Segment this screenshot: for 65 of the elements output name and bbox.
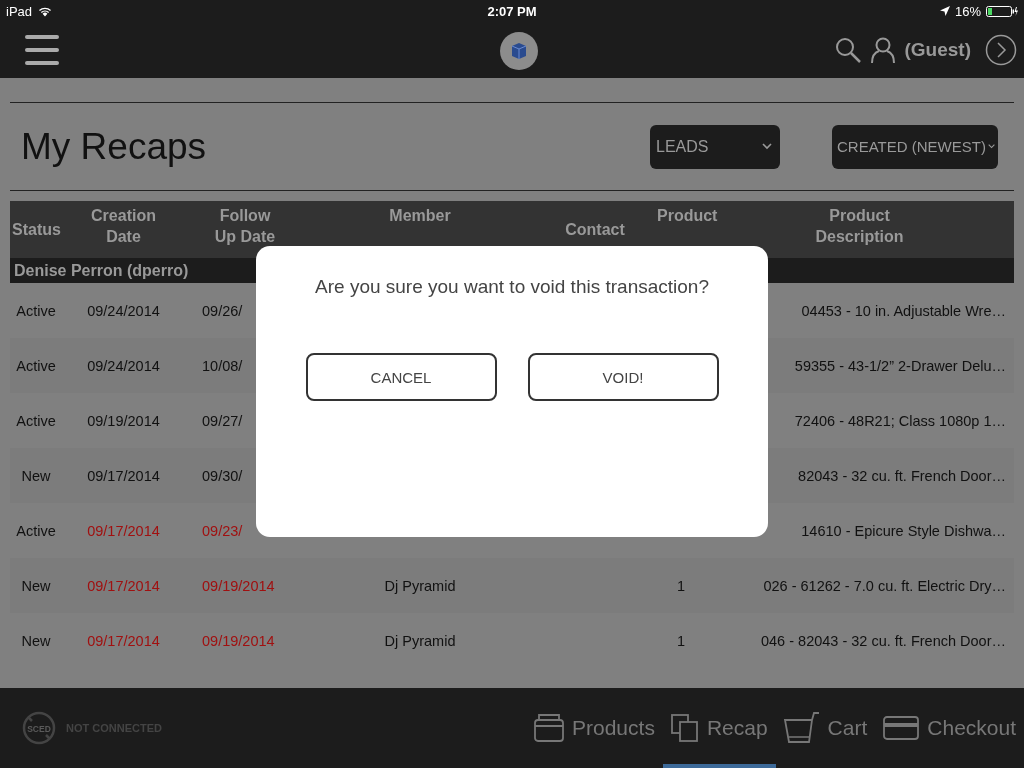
table-cell: 09/19/2014 bbox=[202, 577, 275, 594]
group-heading: Denise Perron (dperro) bbox=[14, 261, 189, 279]
search-icon[interactable] bbox=[834, 37, 861, 63]
filter-dropdown[interactable]: CREATED (NEWEST) bbox=[832, 124, 998, 169]
table-cell: 09/24/2014 bbox=[87, 357, 160, 374]
column-header: Status bbox=[10, 201, 62, 258]
table-cell: Active bbox=[16, 412, 56, 429]
user-name[interactable]: (Guest) bbox=[904, 39, 971, 61]
filter-dropdown[interactable]: LEADS bbox=[650, 124, 780, 169]
table-cell: 046 - 82043 - 32 cu. ft. French Door… bbox=[761, 632, 1006, 649]
dialog-message: Are you sure you want to void this transaction? bbox=[315, 276, 709, 298]
table-cell: 09/17/2014 bbox=[87, 522, 160, 539]
table-cell: Active bbox=[16, 302, 56, 319]
nav-tab[interactable]: Recap bbox=[662, 688, 776, 768]
table-cell: New bbox=[21, 467, 51, 484]
nav-tab[interactable]: Checkout bbox=[875, 688, 1024, 768]
table-cell: 026 - 61262 - 7.0 cu. ft. Electric Dry… bbox=[763, 577, 1006, 594]
table-cell: 09/30/ bbox=[202, 467, 243, 484]
menu-icon[interactable] bbox=[25, 35, 59, 65]
copies-icon bbox=[670, 714, 699, 742]
table-cell: 1 bbox=[676, 577, 685, 594]
table-cell: 72406 - 48R21; Class 1080p 1… bbox=[794, 412, 1006, 429]
table-cell: 09/24/2014 bbox=[87, 302, 160, 319]
table-cell: Dj Pyramid bbox=[384, 632, 456, 649]
caret-icon bbox=[762, 143, 772, 150]
table-cell: Dj Pyramid bbox=[384, 577, 456, 594]
table-cell: 09/17/2014 bbox=[87, 577, 160, 594]
table-cell: 09/23/ bbox=[202, 522, 243, 539]
table-cell: 04453 - 10 in. Adjustable Wre… bbox=[801, 302, 1006, 319]
user-icon[interactable] bbox=[870, 37, 895, 63]
credit-card-icon bbox=[883, 716, 920, 740]
column-header: Creation Date bbox=[62, 201, 185, 258]
battery-icon bbox=[986, 5, 1018, 17]
table-cell: Active bbox=[16, 357, 56, 374]
battery-percent: 16% bbox=[954, 3, 981, 19]
page-title: My Recaps bbox=[21, 125, 207, 168]
table-cell: 09/17/2014 bbox=[87, 467, 160, 484]
table-cell: 14610 - Epicure Style Dishwa… bbox=[801, 522, 1006, 539]
wifi-icon bbox=[37, 5, 54, 17]
table-cell: 1 bbox=[676, 632, 685, 649]
caret-icon bbox=[987, 143, 995, 150]
column-header: Follow Up Date bbox=[185, 201, 305, 258]
table-cell: 10/08/ bbox=[202, 357, 243, 374]
cart-icon bbox=[783, 712, 820, 744]
table-cell: 09/26/ bbox=[202, 302, 243, 319]
chevron-circle-icon[interactable] bbox=[985, 34, 1017, 66]
clock: 2:07 PM bbox=[487, 3, 537, 19]
no-connection-icon: SCED bbox=[22, 711, 56, 745]
nav-tab[interactable]: Products bbox=[526, 688, 663, 768]
table-cell: Active bbox=[16, 522, 56, 539]
nav-tab[interactable]: Cart bbox=[775, 688, 876, 768]
table-cell: 09/17/2014 bbox=[87, 632, 160, 649]
dialog-button[interactable]: CANCEL bbox=[305, 353, 497, 401]
table-cell: 59355 - 43-1/2” 2-Drawer Delu… bbox=[794, 357, 1006, 374]
table-cell: 82043 - 32 cu. ft. French Door… bbox=[798, 467, 1006, 484]
location-arrow-icon bbox=[939, 6, 950, 16]
device-name: iPad bbox=[6, 3, 33, 19]
table-cell: 09/27/ bbox=[202, 412, 243, 429]
box-icon bbox=[534, 714, 564, 742]
table-cell: 09/19/2014 bbox=[87, 412, 160, 429]
table-cell: New bbox=[21, 577, 51, 594]
table-cell: New bbox=[21, 632, 51, 649]
dialog-button[interactable]: VOID! bbox=[527, 353, 719, 401]
table-cell: 09/19/2014 bbox=[202, 632, 275, 649]
cube-logo-icon[interactable] bbox=[500, 32, 538, 70]
